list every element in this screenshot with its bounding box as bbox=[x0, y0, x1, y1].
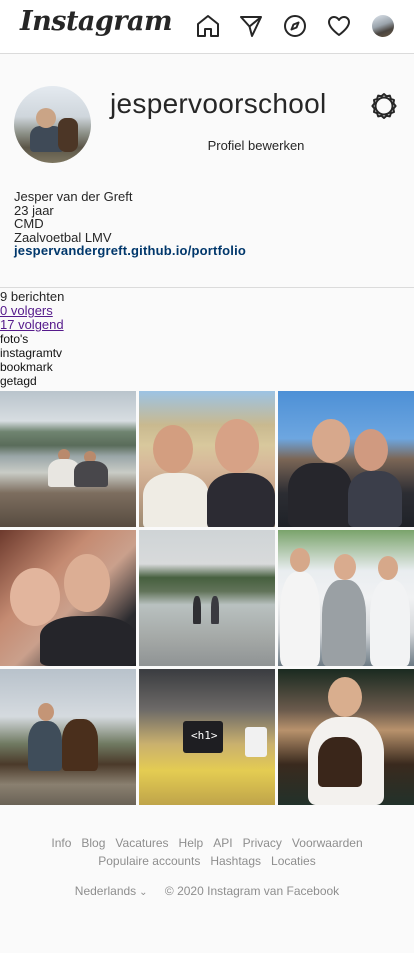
footer-link-blog[interactable]: Blog bbox=[81, 834, 105, 852]
bio-line-study: CMD bbox=[14, 216, 44, 232]
footer-link-terms[interactable]: Voorwaarden bbox=[292, 834, 363, 852]
photo-person bbox=[328, 677, 362, 717]
profile-tabs: foto's instagramtv bookmark getagd bbox=[0, 332, 64, 388]
tab-saved[interactable]: bookmark bbox=[0, 360, 64, 374]
photo-person bbox=[312, 419, 350, 463]
photo-person bbox=[64, 554, 110, 612]
photo-person bbox=[215, 419, 259, 473]
footer-link-jobs[interactable]: Vacatures bbox=[115, 834, 168, 852]
photo-person bbox=[153, 425, 193, 473]
post-thumbnail[interactable] bbox=[278, 669, 414, 805]
edit-profile-button[interactable]: Profiel bewerken bbox=[196, 135, 316, 157]
avatar-person-head bbox=[36, 108, 56, 128]
post-thumbnail[interactable] bbox=[278, 391, 414, 527]
footer-link-info[interactable]: Info bbox=[51, 834, 71, 852]
photo-person bbox=[378, 556, 398, 580]
tab-igtv[interactable]: instagramtv bbox=[0, 346, 64, 360]
post-thumbnail[interactable] bbox=[139, 391, 275, 527]
settings-gear-icon[interactable] bbox=[369, 91, 399, 121]
photo-person bbox=[28, 721, 62, 771]
bio-age: 23 jaar bbox=[14, 202, 54, 218]
language-label: Nederlands bbox=[74, 884, 137, 898]
photo-person bbox=[322, 580, 366, 666]
photo-person bbox=[334, 554, 356, 580]
following-link[interactable]: 17 volgend bbox=[0, 318, 64, 332]
bio-full-name: Jesper van der Greft bbox=[14, 189, 133, 204]
photo-person bbox=[370, 580, 410, 666]
followers-link[interactable]: 0 volgers bbox=[0, 304, 64, 318]
photo-person bbox=[348, 471, 402, 527]
photo-dog bbox=[318, 737, 362, 787]
post-thumbnail[interactable] bbox=[139, 530, 275, 666]
tab-tagged[interactable]: getagd bbox=[0, 374, 64, 388]
language-selector[interactable]: Nederlands ⌄ bbox=[75, 884, 148, 898]
posts-count: 9 berichten bbox=[0, 289, 65, 304]
post-thumbnail[interactable] bbox=[0, 669, 136, 805]
post-thumbnail[interactable] bbox=[0, 391, 136, 527]
photo-person bbox=[143, 473, 209, 527]
footer-link-privacy[interactable]: Privacy bbox=[243, 834, 282, 852]
photo-person bbox=[280, 572, 320, 666]
direct-icon[interactable] bbox=[238, 13, 264, 39]
profile-header: jespervoorschool Profiel bewerken Jesper… bbox=[0, 55, 414, 288]
profile-avatar-icon[interactable] bbox=[372, 15, 394, 37]
avatar-dog bbox=[58, 118, 78, 152]
instagram-logo[interactable]: Instagram bbox=[20, 6, 173, 37]
photo-person bbox=[40, 616, 136, 666]
bio-line-club: Zaalvoetbal LMV bbox=[14, 229, 112, 245]
photo-person bbox=[38, 703, 54, 721]
photo-sign-text: <h1> bbox=[191, 729, 218, 742]
photo-person bbox=[290, 548, 310, 572]
footer-link-top-accounts[interactable]: Populaire accounts bbox=[98, 852, 200, 870]
profile-stats: 9 berichten 0 volgers 17 volgend foto's … bbox=[0, 289, 65, 389]
photo-person bbox=[10, 568, 60, 626]
photo-person bbox=[211, 596, 219, 624]
home-icon[interactable] bbox=[195, 13, 221, 39]
photo-person bbox=[74, 461, 108, 487]
footer-link-hashtags[interactable]: Hashtags bbox=[210, 852, 261, 870]
post-thumbnail[interactable]: <h1> bbox=[139, 669, 275, 805]
footer-link-api[interactable]: API bbox=[213, 834, 232, 852]
profile-bio: Jesper van der Greft 23 jaar CMD Zaalvoe… bbox=[14, 190, 246, 258]
photo-person bbox=[193, 596, 201, 624]
photo-person bbox=[354, 429, 388, 471]
photo-person bbox=[288, 463, 352, 527]
bio-website-link[interactable]: jespervandergreft.github.io/portfolio bbox=[14, 243, 246, 258]
activity-heart-icon[interactable] bbox=[326, 13, 352, 39]
photo-sign bbox=[245, 727, 267, 757]
profile-avatar[interactable] bbox=[14, 86, 91, 163]
post-thumbnail[interactable] bbox=[278, 530, 414, 666]
copyright-text: © 2020 Instagram van Facebook bbox=[164, 884, 340, 898]
profile-username: jespervoorschool bbox=[110, 88, 327, 119]
footer-bottom: Nederlands ⌄ © 2020 Instagram van Faceboo… bbox=[0, 884, 414, 898]
photo-person bbox=[207, 473, 275, 527]
photo-dog bbox=[62, 719, 98, 771]
footer-link-help[interactable]: Help bbox=[179, 834, 204, 852]
footer-links: Info Blog Vacatures Help API Privacy Voorwaard… bbox=[0, 834, 414, 870]
footer-link-locations[interactable]: Locaties bbox=[271, 852, 316, 870]
chevron-down-icon: ⌄ bbox=[139, 887, 148, 898]
explore-icon[interactable] bbox=[282, 13, 308, 39]
post-thumbnail[interactable] bbox=[0, 530, 136, 666]
tab-photos[interactable]: foto's bbox=[0, 332, 64, 346]
top-navigation-bar: Instagram bbox=[0, 0, 414, 54]
